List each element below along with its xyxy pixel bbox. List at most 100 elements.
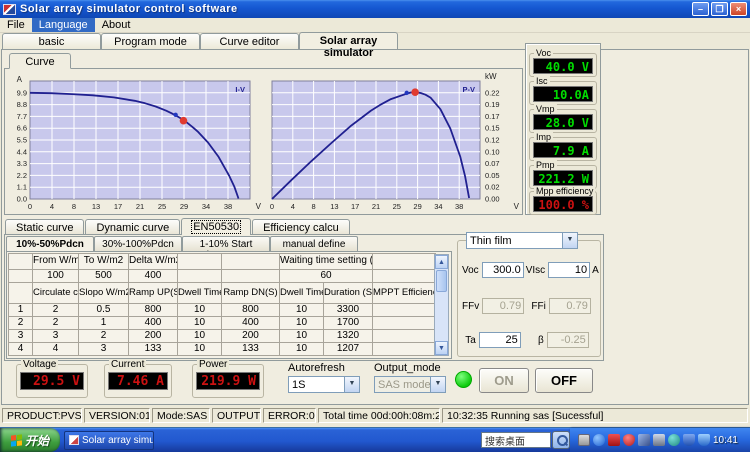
table-cell[interactable]: [372, 342, 436, 356]
tab-curve-editor[interactable]: Curve editor: [200, 33, 299, 49]
table-cell[interactable]: 10: [177, 303, 222, 317]
table-cell[interactable]: 2: [78, 329, 129, 343]
voc-param-input[interactable]: [481, 262, 524, 278]
table-cell[interactable]: [221, 269, 280, 283]
table-cell[interactable]: 10: [177, 342, 222, 356]
svg-text:29: 29: [413, 202, 421, 211]
table-cell[interactable]: 133: [128, 342, 178, 356]
taskbar-app-button[interactable]: Solar array simu...: [64, 430, 154, 450]
table-cell[interactable]: 60: [279, 269, 373, 283]
chevron-down-icon[interactable]: ▼: [344, 377, 359, 392]
tray-update-icon[interactable]: [667, 434, 680, 446]
table-cell[interactable]: 1207: [323, 342, 373, 356]
table-cell[interactable]: 4: [32, 342, 79, 356]
off-button[interactable]: OFF: [535, 368, 593, 393]
table-cell[interactable]: 3: [32, 329, 79, 343]
table-cell[interactable]: 1: [78, 316, 129, 330]
maximize-button[interactable]: ❐: [711, 2, 728, 16]
table-cell[interactable]: 200: [221, 329, 280, 343]
tab-dynamic-curve[interactable]: Dynamic curve: [85, 219, 181, 235]
table-cell[interactable]: 200: [128, 329, 178, 343]
output-mode-label: Output_mode: [374, 362, 441, 374]
ffi-param-label: FFi: [531, 300, 546, 312]
imp-display-group: Imp 7.9 A: [529, 132, 597, 161]
table-cell[interactable]: 2: [8, 316, 33, 330]
table-cell[interactable]: 3: [8, 329, 33, 343]
table-cell[interactable]: 0.5: [78, 303, 129, 317]
scroll-up-icon[interactable]: ▲: [435, 255, 448, 269]
table-cell[interactable]: 10: [177, 316, 222, 330]
table-cell[interactable]: 3300: [323, 303, 373, 317]
table-cell[interactable]: 800: [128, 303, 178, 317]
table-header-cell: Duration (S): [323, 282, 373, 304]
on-button[interactable]: ON: [479, 368, 529, 393]
close-button[interactable]: ×: [730, 2, 747, 16]
table-cell[interactable]: [177, 269, 222, 283]
tray-network-icon[interactable]: [637, 434, 650, 446]
tab-curve[interactable]: Curve: [9, 53, 71, 69]
table-cell[interactable]: 10: [279, 303, 324, 317]
tab-en50530[interactable]: EN50530: [181, 218, 252, 235]
subtab-manual-define[interactable]: manual define: [270, 236, 358, 251]
tab-efficiency-calcu[interactable]: Efficiency calcu: [252, 219, 350, 235]
table-cell[interactable]: 800: [221, 303, 280, 317]
tray-keyboard-icon[interactable]: [577, 434, 590, 446]
table-cell[interactable]: 100: [32, 269, 79, 283]
pv-model-value: Thin film: [470, 234, 512, 247]
tray-volume-icon[interactable]: [652, 434, 665, 446]
desktop-search-input[interactable]: [480, 432, 551, 448]
menu-language[interactable]: Language: [31, 18, 95, 32]
en50530-table[interactable]: From W/m2To W/m2Delta W/m2 Waiting time s…: [8, 253, 436, 356]
imp-value: 7.9 A: [533, 142, 593, 158]
table-cell[interactable]: [8, 269, 33, 283]
tray-security-shield-icon[interactable]: [682, 434, 695, 446]
autorefresh-select[interactable]: 1S ▼: [288, 376, 360, 393]
subtab-start-shuntdown[interactable]: 1-10% Start ShuntDown: [182, 236, 270, 261]
menu-file[interactable]: File: [0, 18, 32, 32]
tray-ati-icon[interactable]: [607, 434, 620, 446]
table-cell[interactable]: [372, 303, 436, 317]
tray-antivirus-shield-icon[interactable]: [622, 434, 635, 446]
table-cell[interactable]: 500: [78, 269, 129, 283]
subtab-30-100-pdcn[interactable]: 30%-100%Pdcn: [94, 236, 182, 251]
svg-text:0: 0: [270, 202, 274, 211]
table-cell[interactable]: [372, 316, 436, 330]
table-scrollbar[interactable]: ▲ ▼: [434, 254, 449, 356]
table-cell[interactable]: 4: [8, 342, 33, 356]
table-cell[interactable]: 10: [177, 329, 222, 343]
table-cell[interactable]: 1: [8, 303, 33, 317]
scroll-down-icon[interactable]: ▼: [435, 341, 448, 355]
search-icon[interactable]: [551, 431, 570, 449]
svg-text:0.00: 0.00: [485, 195, 500, 204]
table-cell[interactable]: 400: [128, 316, 178, 330]
table-cell[interactable]: 1320: [323, 329, 373, 343]
minimize-button[interactable]: –: [692, 2, 709, 16]
ta-param-input[interactable]: [478, 332, 521, 348]
table-cell[interactable]: [372, 269, 436, 283]
table-cell[interactable]: 3: [78, 342, 129, 356]
tab-program-mode[interactable]: Program mode: [101, 33, 200, 49]
chevron-down-icon[interactable]: ▼: [562, 233, 577, 248]
tray-firewall-shield-icon[interactable]: [697, 434, 710, 446]
table-cell[interactable]: [372, 329, 436, 343]
table-cell[interactable]: 10: [279, 316, 324, 330]
tray-messenger-icon[interactable]: [592, 434, 605, 446]
scrollbar-thumb[interactable]: [436, 270, 447, 292]
table-cell[interactable]: 10: [279, 329, 324, 343]
table-cell[interactable]: 2: [32, 303, 79, 317]
table-cell[interactable]: 10: [279, 342, 324, 356]
tab-basic[interactable]: basic: [2, 33, 101, 49]
table-cell[interactable]: 1700: [323, 316, 373, 330]
tab-static-curve[interactable]: Static curve: [5, 219, 85, 235]
menu-about[interactable]: About: [95, 18, 138, 32]
isc-param-input[interactable]: [548, 262, 591, 278]
subtab-10-50-pdcn[interactable]: 10%-50%Pdcn: [6, 236, 94, 251]
table-cell[interactable]: 2: [32, 316, 79, 330]
pv-model-select[interactable]: Thin film ▼: [466, 232, 578, 249]
table-cell[interactable]: 400: [128, 269, 178, 283]
table-cell[interactable]: 133: [221, 342, 280, 356]
table-cell[interactable]: 400: [221, 316, 280, 330]
tab-solar-array-simulator[interactable]: Solar array simulator: [299, 32, 398, 59]
svg-text:7.7: 7.7: [17, 112, 27, 121]
start-button[interactable]: 开始: [0, 428, 60, 452]
